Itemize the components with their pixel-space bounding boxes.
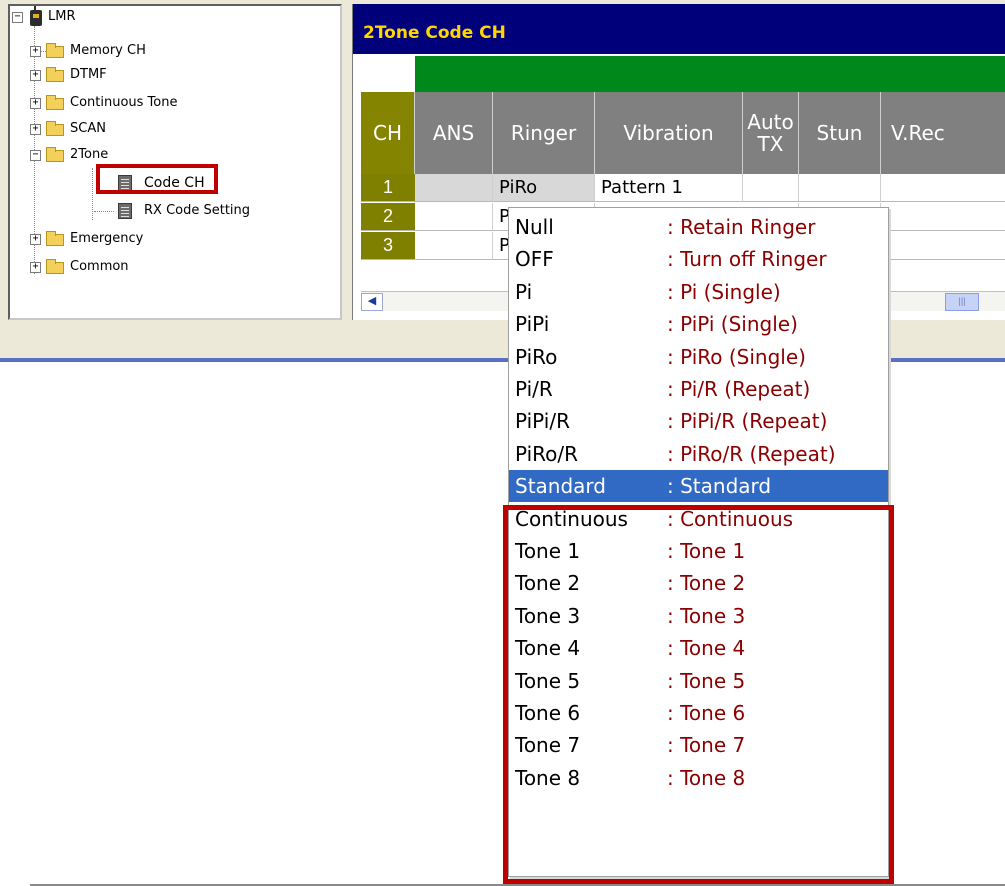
folder-icon bbox=[46, 43, 64, 58]
dropdown-option[interactable]: PiRo/R : PiRo/R (Repeat) bbox=[509, 438, 888, 470]
table-cell-ans[interactable] bbox=[415, 203, 493, 231]
expand-icon[interactable]: + bbox=[30, 124, 41, 135]
column-header-ans[interactable]: ANS bbox=[415, 92, 493, 174]
dropdown-option[interactable]: PiPi : PiPi (Single) bbox=[509, 308, 888, 340]
expand-icon[interactable]: + bbox=[30, 46, 41, 57]
option-description: : Turn off Ringer bbox=[667, 247, 827, 272]
option-description: : PiRo (Single) bbox=[667, 344, 806, 369]
tree-item-dtmf[interactable]: + DTMF bbox=[12, 66, 232, 84]
option-description: : Pi/R (Repeat) bbox=[667, 377, 811, 401]
option-description: : PiPi/R (Repeat) bbox=[667, 409, 828, 434]
tree-item-label: Common bbox=[70, 259, 129, 274]
tree-item-label: Memory CH bbox=[70, 43, 146, 58]
table-cell-auto-tx[interactable] bbox=[743, 174, 799, 202]
table-cell-ans[interactable] bbox=[415, 174, 493, 202]
folder-icon bbox=[46, 231, 64, 246]
option-code: Null bbox=[515, 215, 554, 239]
expand-icon[interactable]: + bbox=[30, 98, 41, 109]
tree-item-common[interactable]: + Common bbox=[12, 258, 232, 276]
option-code: PiRo/R bbox=[515, 441, 579, 466]
scroll-thumb[interactable]: ||| bbox=[945, 293, 979, 311]
table-cell-v-rec[interactable] bbox=[881, 232, 1005, 260]
tree-item-continuous-tone[interactable]: + Continuous Tone bbox=[12, 94, 252, 112]
dropdown-option[interactable]: Pi/R : Pi/R (Repeat) bbox=[509, 373, 888, 405]
folder-open-icon bbox=[46, 147, 64, 162]
collapse-icon[interactable]: − bbox=[30, 150, 41, 161]
table-cell-stun[interactable] bbox=[799, 174, 881, 202]
table-cell-v-rec[interactable] bbox=[881, 203, 1005, 231]
tree-item-scan[interactable]: + SCAN bbox=[12, 120, 232, 138]
column-header-vibration[interactable]: Vibration bbox=[595, 92, 743, 174]
highlight-box-code-ch bbox=[96, 164, 218, 194]
dropdown-option[interactable]: PiRo : PiRo (Single) bbox=[509, 341, 888, 373]
scroll-left-arrow-icon[interactable]: ◀ bbox=[361, 293, 383, 311]
option-code: Pi/R bbox=[515, 377, 553, 401]
expand-icon[interactable]: + bbox=[30, 70, 41, 81]
radio-icon bbox=[30, 6, 42, 26]
tree-item-label: LMR bbox=[48, 9, 76, 24]
tree-view[interactable]: − LMR + Memory CH + DTMF + Continuous To… bbox=[8, 4, 342, 320]
column-header-ringer[interactable]: Ringer bbox=[493, 92, 595, 174]
column-header-stun[interactable]: Stun bbox=[799, 92, 881, 174]
tree-item-label: Continuous Tone bbox=[70, 95, 178, 110]
dropdown-option[interactable]: OFF : Turn off Ringer bbox=[509, 243, 888, 275]
table-cell-v-rec[interactable] bbox=[881, 174, 1005, 202]
folder-icon bbox=[46, 121, 64, 136]
dropdown-option[interactable]: Null : Retain Ringer bbox=[509, 211, 888, 243]
dropdown-option[interactable]: Standard : Standard bbox=[509, 470, 888, 503]
folder-icon bbox=[46, 67, 64, 82]
option-code: OFF bbox=[515, 247, 554, 272]
row-ch-1[interactable]: 1 bbox=[361, 174, 415, 202]
settings-document-icon bbox=[118, 203, 132, 219]
dropdown-option[interactable]: PiPi/R : PiPi/R (Repeat) bbox=[509, 405, 888, 437]
highlight-box-tone-options bbox=[503, 505, 894, 884]
tree-item-label: Emergency bbox=[70, 231, 144, 246]
tree-item-label: RX Code Setting bbox=[144, 203, 251, 218]
folder-icon bbox=[46, 259, 64, 274]
option-description: : Retain Ringer bbox=[667, 215, 816, 239]
option-description: : PiRo/R (Repeat) bbox=[667, 441, 836, 466]
tree-item-label: DTMF bbox=[70, 67, 107, 82]
option-code: PiRo bbox=[515, 344, 558, 369]
group-header-bar bbox=[415, 56, 1005, 92]
tree-item-label: SCAN bbox=[70, 121, 106, 136]
row-ch-2[interactable]: 2 bbox=[361, 203, 415, 231]
tree-item-lmr[interactable]: − LMR bbox=[12, 6, 132, 26]
option-code: PiPi bbox=[515, 312, 550, 337]
option-code: Standard bbox=[515, 474, 606, 499]
table-cell-ans[interactable] bbox=[415, 232, 493, 260]
tree-item-rx-code-setting[interactable]: RX Code Setting bbox=[12, 202, 312, 220]
panel-title: 2Tone Code CH bbox=[363, 23, 506, 43]
column-header-ch[interactable]: CH bbox=[361, 92, 415, 174]
tree-item-2tone[interactable]: − 2Tone bbox=[12, 146, 232, 164]
dropdown-option[interactable]: Pi : Pi (Single) bbox=[509, 276, 888, 308]
column-header-auto-tx[interactable]: Auto TX bbox=[743, 92, 799, 174]
tree-item-label: 2Tone bbox=[70, 147, 109, 162]
option-code: Pi bbox=[515, 279, 533, 304]
table-cell-vibration[interactable]: Pattern 1 bbox=[595, 174, 743, 202]
expand-icon[interactable]: + bbox=[30, 262, 41, 273]
folder-icon bbox=[46, 95, 64, 110]
tree-item-emergency[interactable]: + Emergency bbox=[12, 230, 232, 248]
option-description: : PiPi (Single) bbox=[667, 312, 798, 337]
option-description: : Pi (Single) bbox=[667, 279, 781, 304]
tree-connector bbox=[94, 211, 114, 212]
collapse-icon[interactable]: − bbox=[12, 12, 23, 23]
panel-title-bar: 2Tone Code CH bbox=[353, 4, 1005, 54]
expand-icon[interactable]: + bbox=[30, 234, 41, 245]
app-window: − LMR + Memory CH + DTMF + Continuous To… bbox=[0, 0, 1005, 886]
table-cell-ringer[interactable]: PiRo bbox=[493, 174, 595, 202]
option-code: PiPi/R bbox=[515, 409, 570, 434]
row-ch-3[interactable]: 3 bbox=[361, 232, 415, 260]
option-description: : Standard bbox=[667, 474, 772, 499]
tree-item-memory-ch[interactable]: + Memory CH bbox=[12, 42, 232, 60]
column-header-v-rec[interactable]: V.Rec bbox=[881, 92, 1005, 174]
